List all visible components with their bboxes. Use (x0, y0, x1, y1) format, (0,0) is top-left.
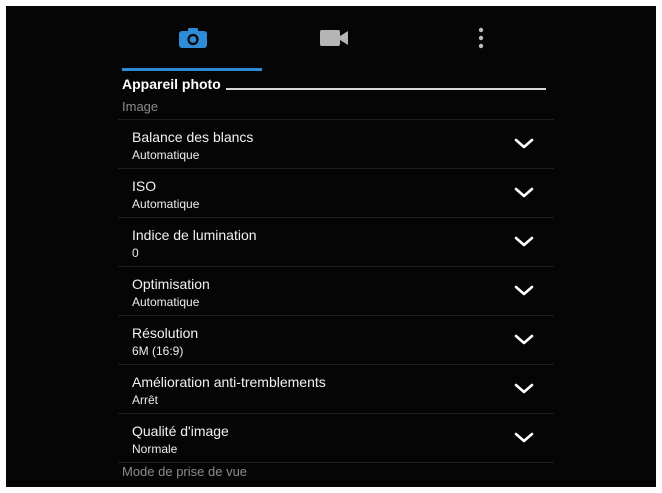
mode-tab-bar (6, 6, 656, 71)
chevron-down-icon (514, 236, 534, 247)
setting-iso[interactable]: ISO Automatique (118, 168, 554, 217)
setting-value: Automatique (132, 197, 200, 211)
chevron-down-icon (514, 187, 534, 198)
setting-value: 6M (16:9) (132, 344, 184, 358)
camera-icon (179, 28, 207, 48)
group-label-image: Image (122, 99, 159, 114)
setting-value: Automatique (132, 295, 200, 309)
chevron-down-icon (514, 432, 534, 443)
video-camera-icon (320, 30, 348, 46)
setting-label: ISO (132, 178, 157, 194)
chevron-down-icon (514, 285, 534, 296)
setting-label: Résolution (132, 325, 199, 341)
setting-value: Arrêt (132, 393, 159, 407)
section-divider (226, 88, 546, 90)
setting-value: 0 (132, 246, 139, 260)
settings-list: Balance des blancs Automatique ISO Autom… (118, 119, 554, 463)
selected-tab-indicator (122, 68, 262, 71)
section-title: Appareil photo (122, 76, 221, 92)
tab-more-options[interactable] (436, 6, 526, 70)
setting-value: Automatique (132, 148, 200, 162)
setting-optimisation[interactable]: Optimisation Automatique (118, 266, 554, 315)
setting-label: Amélioration anti-tremblements (132, 374, 326, 390)
setting-white-balance[interactable]: Balance des blancs Automatique (118, 119, 554, 168)
setting-value: Normale (132, 442, 178, 456)
setting-label: Indice de lumination (132, 227, 257, 243)
setting-exposure-value[interactable]: Indice de lumination 0 (118, 217, 554, 266)
chevron-down-icon (514, 383, 534, 394)
camera-settings-screen: Appareil photo Image Balance des blancs … (6, 6, 656, 487)
chevron-down-icon (514, 138, 534, 149)
tab-video[interactable] (264, 6, 404, 70)
group-label-capture-mode: Mode de prise de vue (122, 464, 248, 479)
setting-anti-shake[interactable]: Amélioration anti-tremblements Arrêt (118, 364, 554, 413)
section-header: Appareil photo (122, 74, 546, 96)
chevron-down-icon (514, 334, 534, 345)
setting-image-quality[interactable]: Qualité d'image Normale (118, 413, 554, 463)
tab-photo[interactable] (124, 6, 262, 70)
setting-label: Qualité d'image (132, 423, 229, 439)
more-vertical-icon (478, 27, 484, 49)
setting-label: Balance des blancs (132, 129, 254, 145)
setting-label: Optimisation (132, 276, 210, 292)
setting-resolution[interactable]: Résolution 6M (16:9) (118, 315, 554, 364)
